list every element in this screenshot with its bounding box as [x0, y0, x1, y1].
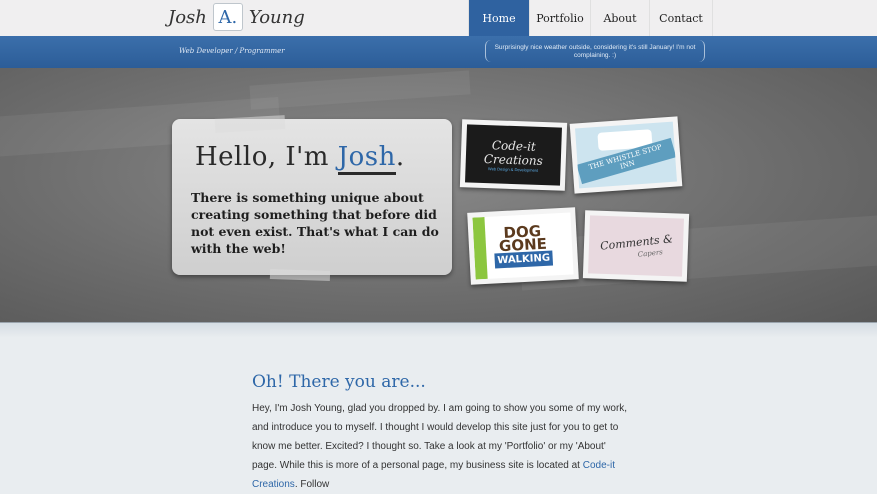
- texture-streak: [249, 70, 471, 110]
- hero-greeting: Hello, I'm Josh.: [195, 142, 405, 175]
- thumb-title: Code-it Creations: [483, 137, 544, 168]
- thumb-subtitle: Capers: [637, 247, 664, 259]
- logo-first-name: Josh: [168, 6, 207, 28]
- site-logo[interactable]: Josh A. Young: [168, 2, 305, 32]
- paragraph-trailing: . Follow: [294, 479, 330, 490]
- thumb-subtitle: Web Design & Development: [487, 165, 539, 173]
- hero-torn-edge: [0, 322, 877, 337]
- portfolio-thumb-whistle-stop[interactable]: THE WHISTLE STOP INN: [569, 116, 683, 194]
- greeting-name: Josh: [337, 142, 396, 175]
- main-nav: Home Portfolio About Contact: [468, 0, 713, 36]
- greeting-text: Hello, I'm: [195, 142, 338, 172]
- tape-strip: [269, 268, 331, 282]
- top-bar: [0, 0, 877, 37]
- portfolio-thumb-dog-gone[interactable]: DOG GONE WALKING: [467, 207, 579, 285]
- nav-home[interactable]: Home: [468, 0, 529, 36]
- nav-portfolio[interactable]: Portfolio: [529, 0, 590, 36]
- content-paragraph: Hey, I'm Josh Young, glad you dropped by…: [252, 399, 632, 494]
- content-heading: Oh! There you are...: [252, 372, 426, 392]
- portfolio-thumb-image: THE WHISTLE STOP INN: [575, 121, 677, 189]
- logo-last-name: Young: [248, 6, 305, 28]
- thumb-title-line3: WALKING: [493, 249, 554, 269]
- nav-contact[interactable]: Contact: [649, 0, 713, 36]
- tagline: Web Developer / Programmer: [179, 47, 285, 55]
- portfolio-thumb-image: Comments & Capers: [588, 215, 684, 277]
- portfolio-thumb-comments-capers[interactable]: Comments & Capers: [582, 210, 690, 282]
- greeting-period: .: [395, 142, 405, 172]
- nav-about[interactable]: About: [590, 0, 649, 36]
- green-stripe: [472, 216, 488, 280]
- sub-header-bar: [0, 36, 877, 68]
- hero-intro: There is something unique about creating…: [191, 190, 439, 256]
- weather-note: Surprisingly nice weather outside, consi…: [485, 40, 705, 62]
- portfolio-thumb-image: DOG GONE WALKING: [472, 212, 574, 280]
- paragraph-text: Hey, I'm Josh Young, glad you dropped by…: [252, 403, 628, 471]
- portfolio-thumb-code-it[interactable]: Code-it Creations Web Design & Developme…: [459, 119, 568, 191]
- portfolio-thumb-image: Code-it Creations Web Design & Developme…: [465, 124, 562, 186]
- logo-initial-box: A.: [212, 3, 243, 31]
